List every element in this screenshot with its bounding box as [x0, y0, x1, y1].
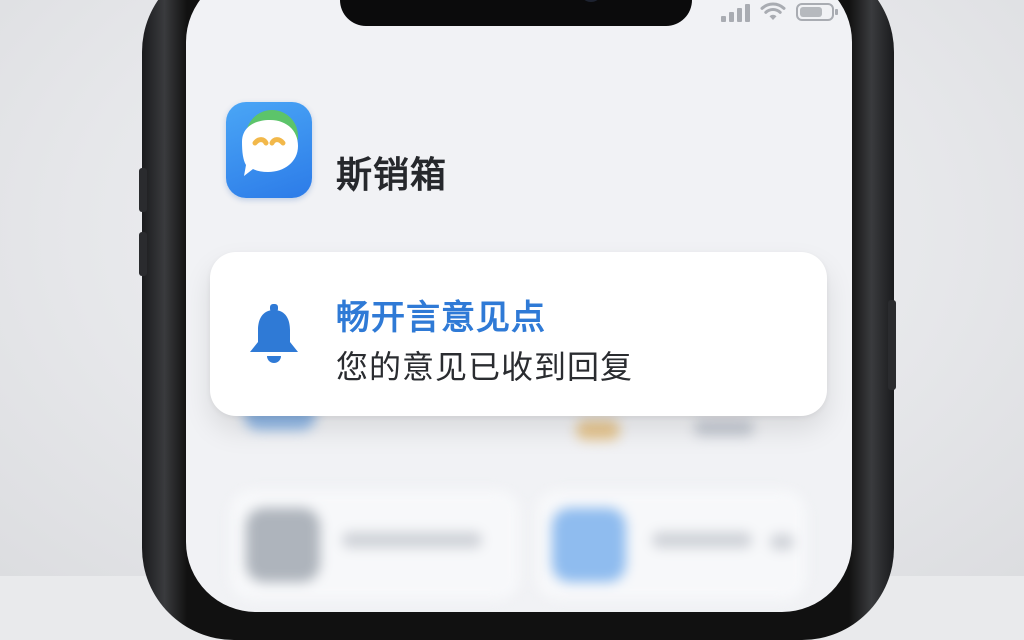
notification-card[interactable]: 畅开言意见点 您的意见已收到回复: [210, 252, 827, 416]
blurred-text: [770, 534, 794, 550]
status-bar: [721, 2, 838, 22]
notification-body: 您的意见已收到回复: [336, 348, 634, 386]
notification-title: 畅开言意见点: [336, 298, 546, 338]
signal-icon: [721, 2, 750, 22]
chat-bubble-icon: [242, 110, 298, 176]
app-icon[interactable]: [226, 102, 312, 198]
bell-icon: [250, 304, 298, 363]
blurred-app-icon: [246, 508, 320, 582]
blurred-app-icon: [552, 508, 626, 582]
wifi-icon: [760, 2, 786, 20]
app-name: 斯销箱: [336, 155, 448, 196]
notch: [340, 0, 692, 26]
blurred-text: [652, 532, 752, 548]
blurred-text: [342, 532, 482, 548]
blurred-text: [694, 420, 754, 436]
battery-icon: [796, 3, 838, 21]
blurred-app-icon: [576, 420, 620, 440]
